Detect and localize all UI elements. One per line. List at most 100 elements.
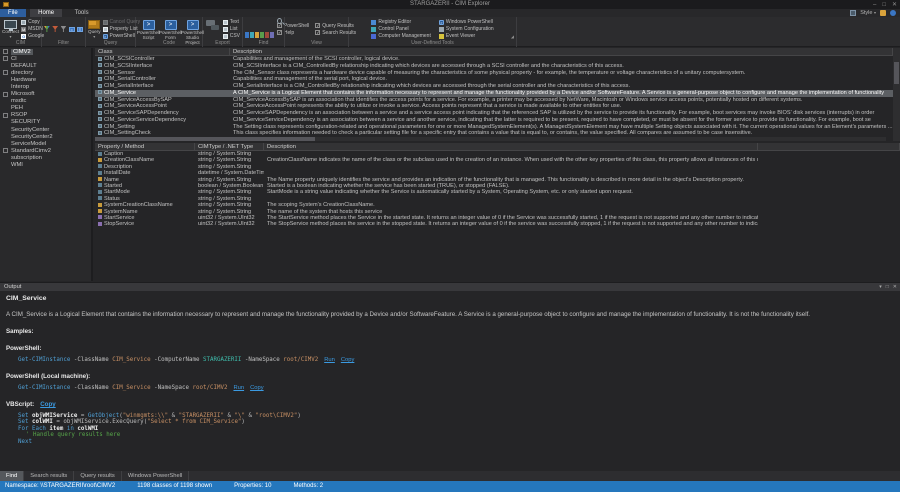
filter-compare-icon[interactable]: ≡: [77, 26, 83, 32]
tree-item-securitycenter[interactable]: SecurityCenter: [0, 126, 91, 133]
tab-tools[interactable]: Tools: [67, 9, 97, 17]
class-list-vertical-scrollbar[interactable]: [893, 48, 900, 141]
tree-item-label: subscription: [11, 154, 42, 161]
tree-item-subscription[interactable]: subscription: [0, 154, 91, 161]
tree-item-ci[interactable]: CI: [0, 55, 91, 62]
expand-toggle-icon[interactable]: [3, 56, 8, 62]
expand-toggle-icon[interactable]: [3, 49, 8, 55]
property-row-StopService[interactable]: StopService uint32 / System.UInt32 The Sto…: [95, 221, 900, 227]
powershell-form-button[interactable]: > PowerShell Form: [159, 18, 182, 40]
class-row-CIM_SCSIController[interactable]: CIM_SCSIController Capabilities and manag…: [95, 56, 893, 63]
find-event-icon[interactable]: [260, 32, 264, 38]
class-row-CIM_SettingCheck[interactable]: CIM_SettingCheck This class specifies inf…: [95, 130, 893, 137]
class-row-CIM_ServiceAccessPoint[interactable]: CIM_ServiceAccessPoint CIM_ServiceAccessP…: [95, 103, 893, 110]
expand-toggle-icon[interactable]: [3, 91, 8, 97]
property-list-button[interactable]: Property List: [102, 26, 141, 32]
tree-item-default[interactable]: DEFAULT: [0, 62, 91, 69]
column-header-class[interactable]: Class: [95, 48, 230, 55]
tab-home[interactable]: Home: [30, 9, 63, 17]
search-icon[interactable]: [277, 18, 283, 24]
run-link[interactable]: Run: [324, 357, 335, 363]
tree-item-security[interactable]: SECURITY: [0, 119, 91, 126]
column-header-description[interactable]: Description: [230, 48, 893, 55]
class-row-CIM_SCSIInterface[interactable]: CIM_SCSIInterface CIM_SCSIInterface is a …: [95, 63, 893, 70]
windows-powershell-button[interactable]: > Windows PowerShell: [438, 19, 494, 25]
info-icon[interactable]: [890, 10, 896, 16]
class-row-CIM_Service[interactable]: CIM_Service A CIM_Service is a Logical El…: [95, 89, 893, 97]
tree-item-rsop[interactable]: RSOP: [0, 112, 91, 119]
style-selector[interactable]: Style ▾: [860, 10, 876, 16]
find-property-icon[interactable]: [250, 32, 254, 38]
bottom-tab-windows-powershell[interactable]: Windows PowerShell: [122, 471, 190, 481]
tree-item-hardware[interactable]: Hardware: [0, 76, 91, 83]
tree-item-msdtc[interactable]: msdtc: [0, 98, 91, 105]
maximize-button[interactable]: □: [882, 2, 886, 8]
theme-icon[interactable]: [880, 10, 886, 16]
expand-toggle-icon[interactable]: [3, 112, 8, 118]
dialog-launcher-icon[interactable]: ◢: [511, 34, 514, 39]
class-list-horizontal-scrollbar[interactable]: [95, 137, 886, 141]
find-namespace-icon[interactable]: [265, 32, 269, 38]
expand-toggle-icon[interactable]: [3, 148, 8, 154]
msdn-button[interactable]: M MSDN: [21, 26, 44, 32]
filter-equals-icon[interactable]: =: [68, 26, 75, 32]
column-header-property-method[interactable]: Property / Method: [95, 143, 195, 150]
tree-item-servicemodel[interactable]: ServiceModel: [0, 140, 91, 147]
class-row-CIM_SerialController[interactable]: CIM_SerialController Capabilities and man…: [95, 76, 893, 83]
class-row-CIM_ServiceAccessBySAP[interactable]: CIM_ServiceAccessBySAP CIM_ServiceAccessB…: [95, 97, 893, 104]
powershell-studio-project-button[interactable]: > PowerShell Studio Project: [181, 18, 204, 45]
bottom-tab-find[interactable]: Find: [0, 471, 25, 481]
powershell-script-button[interactable]: > PowerShell Script: [137, 18, 160, 40]
quick-access-icon[interactable]: [850, 10, 857, 16]
scrollbar-thumb[interactable]: [95, 137, 315, 141]
find-method-icon[interactable]: [255, 32, 259, 38]
class-row-CIM_Sensor[interactable]: CIM_Sensor The CIM_Sensor class represent…: [95, 70, 893, 77]
tree-item-label: CI: [11, 55, 17, 62]
computer-management-button[interactable]: Computer Management: [371, 33, 431, 39]
class-row-CIM_Setting[interactable]: CIM_Setting The Setting class represents …: [95, 124, 893, 131]
event-viewer-button[interactable]: Event Viewer: [438, 33, 494, 39]
tree-item-peh[interactable]: PEH: [0, 105, 91, 112]
powershell-query-button[interactable]: > PowerShell: [102, 33, 141, 39]
tree-item-securitycenter2[interactable]: SecurityCenter2: [0, 133, 91, 140]
scrollbar-thumb[interactable]: [894, 62, 899, 84]
group-label-find: Find: [258, 40, 269, 46]
powershell-icon: >: [102, 33, 108, 39]
control-panel-button[interactable]: Control Panel: [371, 26, 431, 32]
bottom-tab-query-results[interactable]: Query results: [74, 471, 122, 481]
query-button[interactable]: Query ▾: [88, 18, 101, 40]
tree-item-directory[interactable]: directory: [0, 69, 91, 76]
google-button[interactable]: G Google: [21, 33, 44, 39]
tree-item-wmi[interactable]: WMI: [0, 162, 91, 169]
run-link[interactable]: Run: [233, 385, 244, 391]
copy-link[interactable]: Copy: [250, 385, 264, 391]
filter-apply-icon[interactable]: [52, 26, 59, 32]
find-class-icon[interactable]: [245, 32, 249, 38]
minimize-button[interactable]: –: [873, 2, 876, 8]
export-text-button[interactable]: Text: [222, 19, 240, 25]
export-csv-button[interactable]: CSV: [222, 33, 240, 39]
column-header-cimtype[interactable]: CIMType / .NET Type: [195, 143, 264, 150]
copy-button[interactable]: Copy: [21, 19, 44, 25]
tree-item-standardcimv2[interactable]: StandardCimv2: [0, 147, 91, 154]
close-button[interactable]: ✕: [892, 1, 897, 8]
bottom-tab-search-results[interactable]: Search results: [24, 471, 75, 481]
filter-clear-icon[interactable]: [60, 26, 67, 32]
connect-button[interactable]: Connect ▾: [2, 18, 19, 40]
registry-editor-button[interactable]: Registry Editor: [371, 19, 431, 25]
vbscript-copy-link[interactable]: Copy: [40, 401, 55, 408]
tree-item-cimv2[interactable]: CIMV2: [0, 48, 91, 55]
filter-color-icon[interactable]: [44, 26, 50, 32]
tree-item-interop[interactable]: Interop: [0, 83, 91, 90]
expand-toggle-icon[interactable]: [3, 70, 8, 76]
class-row-CIM_ServiceServiceDependency[interactable]: CIM_ServiceServiceDependency CIM_ServiceS…: [95, 117, 893, 124]
tab-file[interactable]: File: [0, 9, 26, 17]
column-header-description[interactable]: Description: [264, 143, 758, 150]
class-row-CIM_SerialInterface[interactable]: CIM_SerialInterface CIM_SerialInterface i…: [95, 83, 893, 90]
find-description-icon[interactable]: [270, 32, 274, 38]
copy-link[interactable]: Copy: [341, 357, 355, 363]
class-row-CIM_ServiceSAPDependency[interactable]: CIM_ServiceSAPDependency CIM_ServiceSAPDe…: [95, 110, 893, 117]
system-configuration-button[interactable]: System Configuration: [438, 26, 494, 32]
tree-item-microsoft[interactable]: Microsoft: [0, 91, 91, 98]
export-list-button[interactable]: List: [222, 26, 240, 32]
